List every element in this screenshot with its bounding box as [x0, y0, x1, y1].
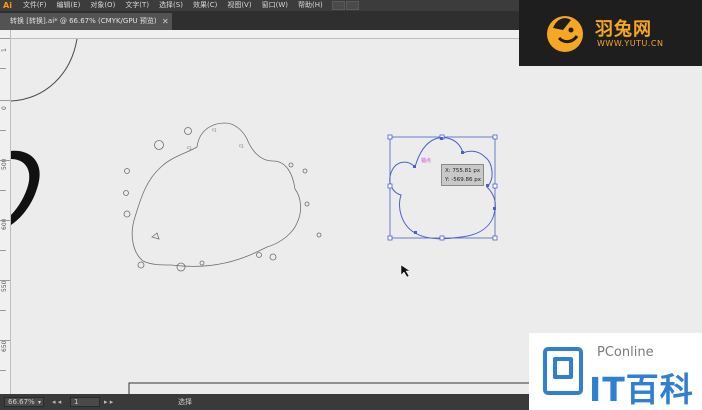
ruler-tick [0, 220, 10, 221]
selected-shape[interactable] [389, 136, 496, 240]
ruler-tick [0, 38, 10, 39]
artboard-number-field[interactable]: 1 [70, 397, 100, 407]
workspace-button[interactable] [331, 1, 345, 10]
menu-file[interactable]: 文件(F) [18, 0, 52, 11]
ruler-tick [0, 310, 6, 311]
menu-type[interactable]: 文字(T) [120, 0, 154, 11]
artboard-next-arrows[interactable]: ▸ ▸ [104, 394, 113, 410]
arrow-cursor-icon [400, 264, 411, 278]
coordinate-tooltip: X: 755.81 px Y: -569.86 px [441, 164, 484, 186]
artboard-number: 1 [74, 398, 79, 406]
yutu-watermark: 羽兔网 WWW.YUTU.CN [519, 0, 702, 66]
partial-logo-shape[interactable] [11, 150, 40, 225]
app-logo: Ai [3, 1, 12, 10]
ruler-label: 550 [1, 280, 8, 292]
chevron-down-icon[interactable]: ▾ [38, 398, 41, 407]
zoom-value: 66.67% [8, 398, 35, 406]
ruler-tick [0, 280, 10, 281]
pconline-title: IT百科 [589, 370, 694, 409]
document-tab-title: 转换 [转换].ai* @ 66.67% (CMYK/GPU 预览) [10, 17, 157, 25]
arrange-button[interactable] [345, 1, 359, 10]
cloud-marks: ɛʒ ɛʒ ɛʒ [187, 127, 244, 150]
ruler-tick [0, 190, 6, 191]
pconline-brand: PConline [597, 345, 654, 360]
workspace-buttons [331, 1, 359, 10]
ruler-tick [0, 340, 10, 341]
menu-select[interactable]: 选择(S) [154, 0, 188, 11]
menu-edit[interactable]: 编辑(E) [51, 0, 85, 11]
current-tool-status: 选择 [178, 398, 192, 406]
ruler-label: 0 [1, 106, 8, 110]
ruler-label: 650 [1, 340, 8, 352]
menu-effect[interactable]: 效果(C) [188, 0, 222, 11]
vertical-ruler[interactable]: 1 0 500 600 550 650 [0, 30, 11, 394]
menu-object[interactable]: 对象(O) [85, 0, 120, 11]
menu-window[interactable]: 窗口(W) [257, 0, 293, 11]
rabbit-logo-icon [547, 16, 583, 52]
pconline-logo-icon [543, 347, 583, 395]
pconline-watermark: PConline IT百科 [529, 333, 702, 410]
partial-arc[interactable] [11, 39, 78, 102]
ruler-tick [0, 160, 10, 161]
anchor-hint-label: 锚点 [421, 158, 432, 164]
zoom-select[interactable]: 66.67% ▾ [4, 397, 44, 407]
menu-help[interactable]: 帮助(H) [293, 0, 328, 11]
selection-handles[interactable] [387, 134, 498, 241]
svg-text:ɛʒ: ɛʒ [212, 127, 217, 132]
coordinate-y: Y: -569.86 px [445, 177, 481, 183]
document-tab[interactable]: 转换 [转换].ai* @ 66.67% (CMYK/GPU 预览) ✕ [0, 13, 172, 30]
ruler-label: 1 [1, 48, 8, 52]
cloud-drawing[interactable] [123, 122, 322, 272]
ruler-tick [0, 68, 6, 69]
coordinate-x: X: 755.81 px [445, 168, 481, 174]
ruler-tick [0, 100, 10, 101]
menu-view[interactable]: 视图(V) [222, 0, 256, 11]
ruler-tick [0, 130, 6, 131]
yutu-name: 羽兔网 [595, 19, 652, 40]
artboard-prev-arrows[interactable]: ◂ ◂ [52, 394, 61, 410]
svg-text:ɛʒ: ɛʒ [187, 145, 192, 150]
yutu-url: WWW.YUTU.CN [597, 39, 664, 48]
svg-text:ɛʒ: ɛʒ [239, 143, 244, 148]
ruler-tick [0, 370, 6, 371]
close-icon[interactable]: ✕ [162, 13, 169, 30]
ruler-tick [0, 250, 6, 251]
